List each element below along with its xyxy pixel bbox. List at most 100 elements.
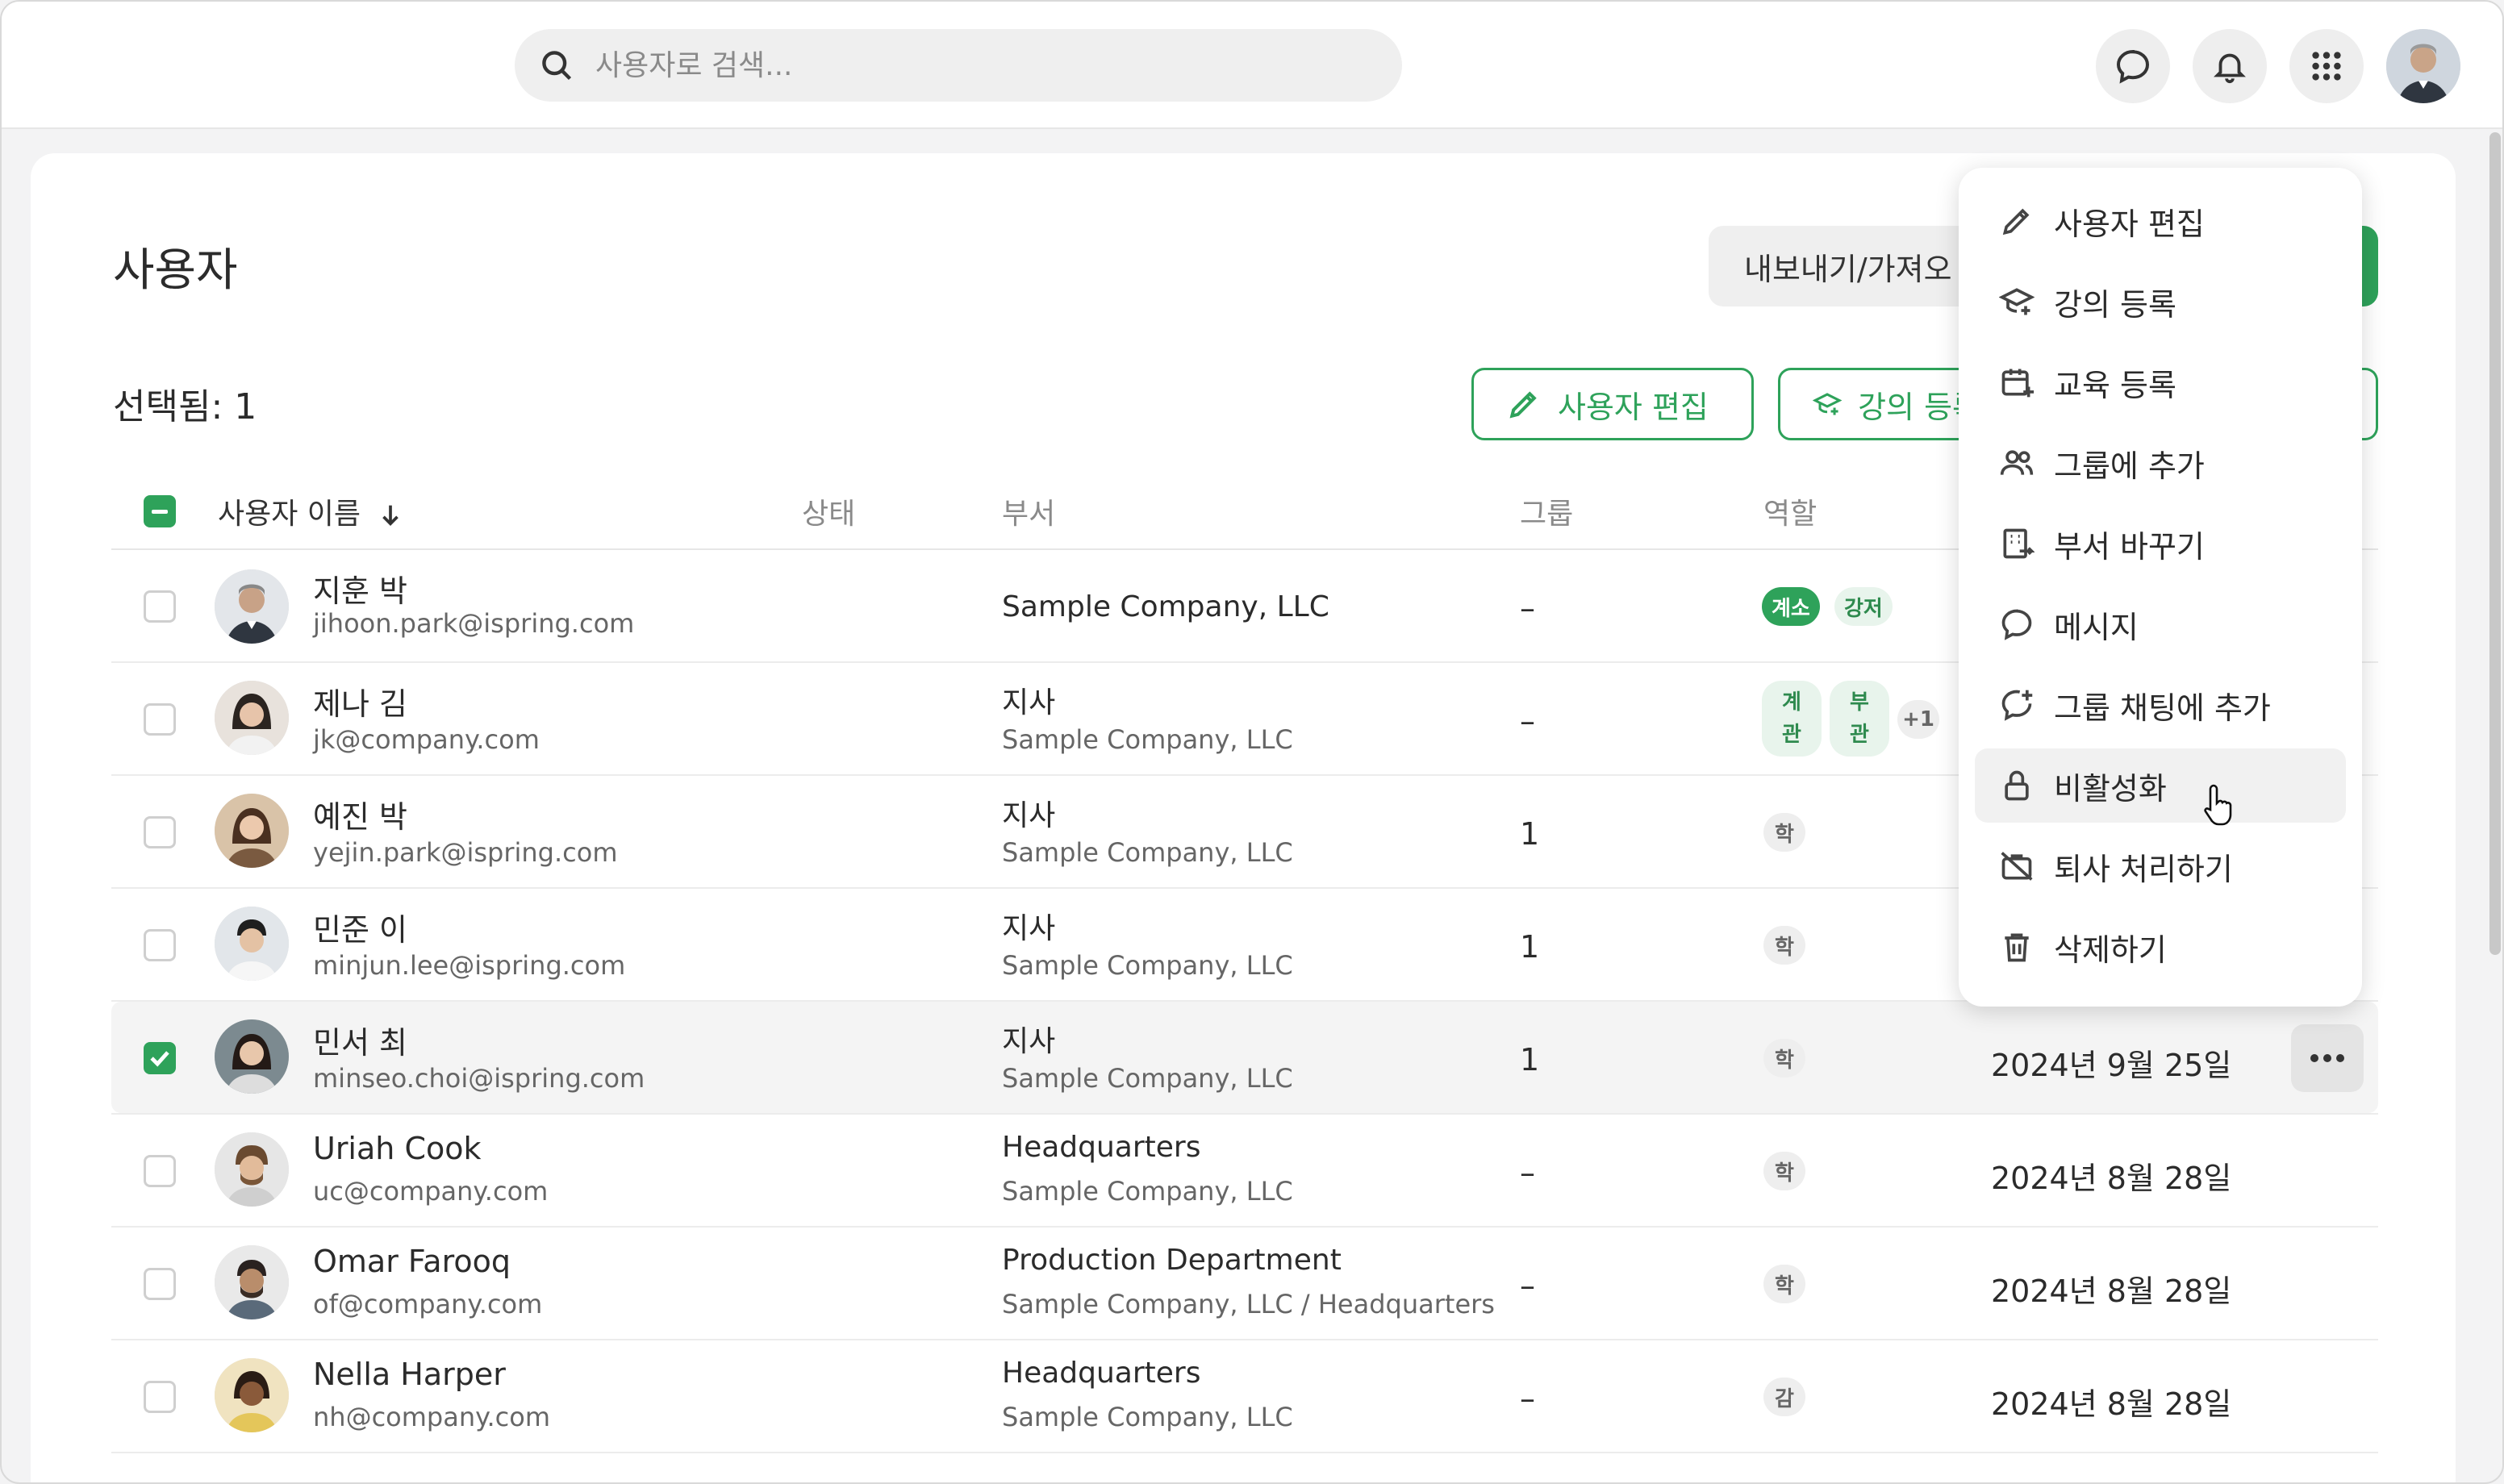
group-count: 1 — [1520, 816, 1540, 852]
department: 지사 — [1002, 912, 1056, 945]
user-avatar[interactable] — [2386, 29, 2460, 103]
row-divider — [111, 1113, 2378, 1115]
column-header-status[interactable]: 상태 — [802, 490, 855, 532]
menu-item-delete[interactable]: 삭제하기 — [1975, 910, 2346, 984]
role-badge: 계관 — [1762, 681, 1822, 757]
group-count: – — [1520, 1268, 1535, 1303]
column-header-name[interactable]: 사용자 이름 — [218, 490, 404, 532]
bell-icon — [2214, 53, 2246, 84]
notifications-button[interactable] — [2193, 29, 2267, 103]
search-icon — [542, 51, 572, 81]
user-email: minjun.lee@ispring.com — [313, 950, 626, 981]
department: Headquarters — [1002, 1131, 1201, 1164]
user-name[interactable]: 지훈 박 — [313, 566, 407, 611]
user-email: minseo.choi@ispring.com — [313, 1063, 645, 1094]
department: 지사 — [1002, 1025, 1056, 1058]
menu-item-add-to-group-chat[interactable]: 그룹 채팅에 추가 — [1975, 668, 2346, 742]
row-more-button[interactable] — [2291, 1024, 2364, 1092]
user-name[interactable]: Nella Harper — [313, 1357, 506, 1392]
chat-plus-icon — [2001, 690, 2033, 721]
graduation-cap-plus-icon — [1999, 288, 2034, 315]
chat-button[interactable] — [2096, 29, 2170, 103]
avatar — [215, 1132, 289, 1207]
top-bar — [2, 2, 2502, 129]
name-header-label: 사용자 이름 — [218, 498, 361, 531]
enroll-course-button[interactable]: 강의 등록 — [1778, 368, 1983, 440]
menu-item-label: 퇴사 처리하기 — [2054, 851, 2233, 887]
user-name[interactable]: Omar Farooq — [313, 1244, 511, 1279]
pencil-icon — [2002, 208, 2030, 236]
user-email: jk@company.com — [313, 724, 540, 755]
menu-item-label: 그룹 채팅에 추가 — [2054, 690, 2271, 726]
edit-user-button[interactable]: 사용자 편집 — [1471, 368, 1754, 440]
menu-item-label: 부서 바꾸기 — [2054, 528, 2205, 565]
avatar — [215, 1019, 289, 1094]
role-badge: 학 — [1763, 813, 1805, 852]
row-checkbox[interactable] — [144, 703, 176, 736]
edit-user-label: 사용자 편집 — [1558, 389, 1709, 425]
selected-count: 선택됨: 1 — [113, 386, 257, 427]
more-horizontal-icon — [2310, 1054, 2344, 1062]
row-checkbox[interactable] — [144, 590, 176, 623]
menu-item-message[interactable]: 메시지 — [1975, 587, 2346, 661]
group-count: – — [1520, 590, 1535, 626]
menu-item-edit-user[interactable]: 사용자 편집 — [1975, 184, 2346, 258]
user-name[interactable]: 민준 이 — [313, 905, 407, 949]
row-checkbox[interactable] — [144, 1268, 176, 1300]
avatar — [215, 1358, 289, 1432]
apps-button[interactable] — [2289, 29, 2364, 103]
column-header-department[interactable]: 부서 — [1002, 490, 1055, 532]
row-checkbox[interactable] — [144, 1155, 176, 1187]
group-count: – — [1520, 1381, 1535, 1416]
menu-item-enroll-training[interactable]: 교육 등록 — [1975, 345, 2346, 419]
role-badge: 학 — [1763, 1152, 1805, 1190]
menu-item-add-to-group[interactable]: 그룹에 추가 — [1975, 426, 2346, 500]
row-divider — [111, 1226, 2378, 1228]
department: 지사 — [1002, 799, 1056, 832]
menu-item-label: 교육 등록 — [2054, 367, 2176, 403]
group-count: – — [1520, 703, 1535, 739]
role-badge: 학 — [1763, 1039, 1805, 1078]
arrow-down-icon — [382, 505, 399, 526]
select-all-checkbox[interactable] — [144, 495, 176, 527]
department: Sample Company, LLC — [1002, 590, 1329, 623]
user-name[interactable]: 민서 최 — [313, 1018, 407, 1062]
menu-item-change-department[interactable]: 부서 바꾸기 — [1975, 506, 2346, 581]
trash-icon — [2005, 933, 2029, 962]
department-path: Sample Company, LLC / Headquarters — [1002, 1289, 1495, 1319]
group-count: – — [1520, 1155, 1535, 1190]
department-path: Sample Company, LLC — [1002, 1402, 1293, 1432]
row-checkbox-checked[interactable] — [144, 1042, 176, 1074]
menu-item-offboard[interactable]: 퇴사 처리하기 — [1975, 829, 2346, 903]
department-path: Sample Company, LLC — [1002, 950, 1293, 981]
scrollbar-thumb[interactable] — [2489, 132, 2501, 955]
role-badge: 감 — [1763, 1378, 1805, 1416]
users-icon — [2000, 450, 2034, 475]
column-header-role[interactable]: 역할 — [1763, 490, 1817, 532]
user-email: nh@company.com — [313, 1402, 550, 1432]
role-badge-more[interactable]: +1 — [1897, 700, 1939, 739]
row-checkbox[interactable] — [144, 1381, 176, 1413]
role-badge: 강저 — [1834, 587, 1893, 626]
column-header-group[interactable]: 그룹 — [1520, 490, 1573, 532]
page-title: 사용자 — [113, 244, 238, 297]
group-count: 1 — [1520, 1042, 1540, 1078]
user-name[interactable]: Uriah Cook — [313, 1131, 481, 1166]
user-email: jihoon.park@ispring.com — [313, 608, 635, 639]
role-badge: 학 — [1763, 1265, 1805, 1303]
row-checkbox[interactable] — [144, 929, 176, 961]
user-name[interactable]: 제나 김 — [313, 679, 407, 723]
role-badge-label: 계관 — [1782, 690, 1801, 747]
menu-item-deactivate[interactable]: 비활성화 — [1975, 748, 2346, 823]
menu-item-label: 강의 등록 — [2054, 286, 2176, 323]
calendar-plus-icon — [2001, 369, 2034, 398]
search-box[interactable] — [515, 29, 1402, 102]
row-checkbox[interactable] — [144, 816, 176, 848]
user-name[interactable]: 예진 박 — [313, 792, 407, 836]
menu-item-label: 삭제하기 — [2054, 932, 2167, 968]
search-input[interactable] — [595, 29, 1370, 102]
menu-item-enroll-course[interactable]: 강의 등록 — [1975, 265, 2346, 339]
export-import-button[interactable]: 내보내기/가져오 — [1709, 226, 1983, 306]
user-email: yejin.park@ispring.com — [313, 837, 618, 868]
row-actions-menu: 사용자 편집 강의 등록 교육 등록 그룹에 추가 부서 바꾸기 메시지 그룹 … — [1959, 168, 2362, 1007]
